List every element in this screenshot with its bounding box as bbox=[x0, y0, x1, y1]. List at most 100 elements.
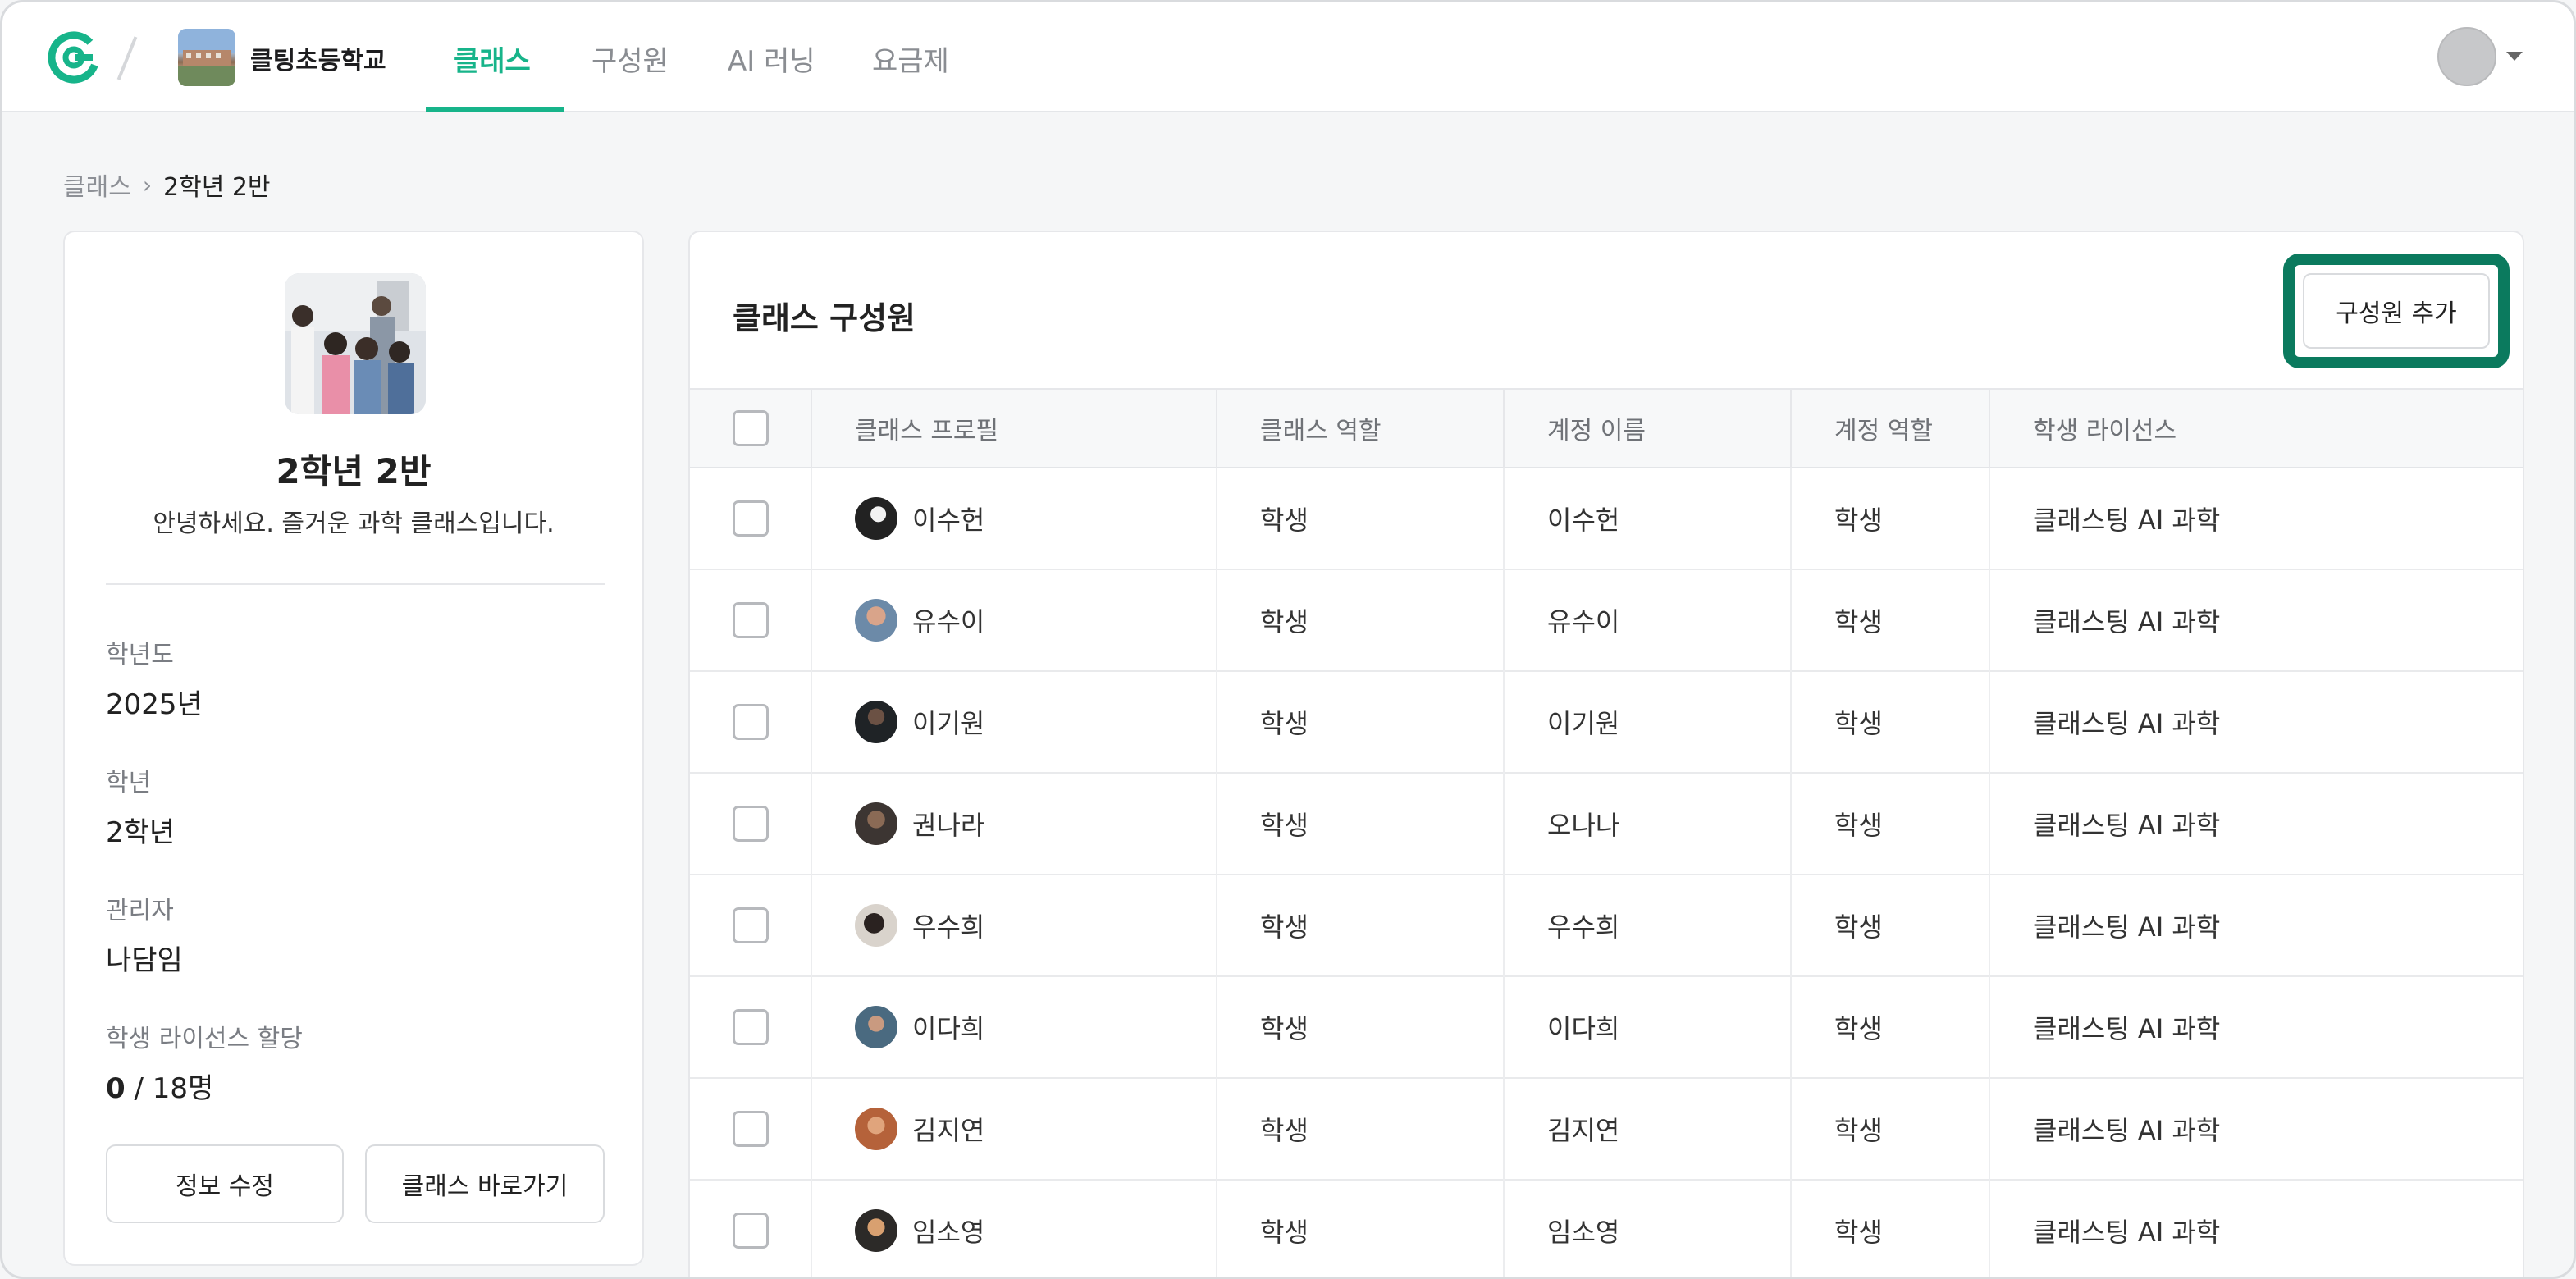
row-select-cell bbox=[690, 468, 812, 569]
account-name-cell: 이다희 bbox=[1504, 976, 1792, 1078]
class-role-cell: 학생 bbox=[1217, 976, 1505, 1078]
top-nav: 클팅초등학교 클래스 구성원 AI 러닝 요금제 bbox=[2, 2, 2574, 112]
license-cell: 클래스팅 AI 과학 bbox=[2033, 606, 2221, 637]
row-select-cell bbox=[690, 1180, 812, 1277]
members-title: 클래스 구성원 bbox=[733, 300, 916, 336]
class-role-cell: 학생 bbox=[1217, 1180, 1505, 1277]
add-member-highlight: 구성원 추가 bbox=[2283, 254, 2510, 368]
profile-cell: 임소영 bbox=[811, 1180, 1217, 1277]
row-checkbox[interactable] bbox=[733, 1111, 769, 1147]
avatar bbox=[855, 1209, 897, 1252]
avatar bbox=[855, 599, 897, 642]
members-card: 클래스 구성원 구성원 추가 클래스 프로필 클래스 역할 계정 이름 계정 역… bbox=[688, 231, 2524, 1277]
account-name-cell: 임소영 bbox=[1504, 1180, 1792, 1277]
class-role-cell: 학생 bbox=[1217, 1078, 1505, 1180]
class-role-cell: 학생 bbox=[1217, 468, 1505, 569]
chevron-down-icon[interactable] bbox=[2506, 52, 2523, 61]
row-checkbox[interactable] bbox=[733, 907, 769, 943]
select-all-checkbox[interactable] bbox=[733, 410, 769, 446]
account-role-cell: 학생 bbox=[1791, 1078, 1990, 1180]
license-allocation-label: 학생 라이선스 할당 bbox=[106, 1025, 303, 1053]
column-header[interactable]: 클래스 역할 bbox=[1217, 389, 1505, 468]
row-checkbox[interactable] bbox=[733, 1213, 769, 1249]
school-year-label: 학년도 bbox=[106, 641, 174, 669]
class-title: 2학년 2반 bbox=[276, 451, 432, 491]
go-to-class-button[interactable]: 클래스 바로가기 bbox=[365, 1144, 605, 1223]
license-cell: 클래스팅 AI 과학 bbox=[2033, 1115, 2221, 1146]
table-row[interactable]: 권나라 학생 오나나 학생 클래스팅 AI 과학 bbox=[690, 773, 2523, 875]
profile-cell: 유수이 bbox=[811, 569, 1217, 671]
profile-cell: 이다희 bbox=[811, 976, 1217, 1078]
profile-cell: 이수헌 bbox=[811, 468, 1217, 569]
breadcrumb: 클래스 › 2학년 2반 bbox=[63, 167, 271, 203]
class-cover-image bbox=[285, 273, 426, 414]
table-row[interactable]: 우수희 학생 우수희 학생 클래스팅 AI 과학 bbox=[690, 875, 2523, 976]
class-role-cell: 학생 bbox=[1217, 773, 1505, 875]
table-row[interactable]: 임소영 학생 임소영 학생 클래스팅 AI 과학 bbox=[690, 1180, 2523, 1277]
class-role-cell: 학생 bbox=[1217, 569, 1505, 671]
column-header[interactable]: 학생 라이선스 bbox=[1989, 389, 2523, 468]
add-member-button[interactable]: 구성원 추가 bbox=[2303, 273, 2490, 349]
edit-info-button[interactable]: 정보 수정 bbox=[106, 1144, 344, 1223]
tab-class[interactable]: 클래스 bbox=[454, 39, 531, 79]
school-year-value: 2025년 bbox=[106, 688, 203, 721]
nav-divider bbox=[116, 36, 138, 80]
account-role-cell: 학생 bbox=[1791, 468, 1990, 569]
row-checkbox[interactable] bbox=[733, 806, 769, 842]
class-description: 안녕하세요. 즐거운 과학 클래스입니다. bbox=[153, 509, 555, 538]
tab-members[interactable]: 구성원 bbox=[591, 39, 669, 79]
class-role-cell: 학생 bbox=[1217, 671, 1505, 773]
profile-cell: 우수희 bbox=[811, 875, 1217, 976]
profile-name: 임소영 bbox=[912, 1217, 985, 1248]
license-cell: 클래스팅 AI 과학 bbox=[2033, 810, 2221, 841]
breadcrumb-root[interactable]: 클래스 bbox=[63, 167, 131, 203]
row-select-cell bbox=[690, 1078, 812, 1180]
school-name[interactable]: 클팅초등학교 bbox=[250, 40, 386, 76]
class-role-cell: 학생 bbox=[1217, 875, 1505, 976]
license-cell: 클래스팅 AI 과학 bbox=[2033, 505, 2221, 536]
profile-name: 이기원 bbox=[912, 708, 985, 739]
column-header[interactable]: 클래스 프로필 bbox=[811, 389, 1217, 468]
license-cell: 클래스팅 AI 과학 bbox=[2033, 911, 2221, 943]
license-cell: 클래스팅 AI 과학 bbox=[2033, 708, 2221, 739]
column-header[interactable]: 계정 이름 bbox=[1504, 389, 1792, 468]
license-used: 0 bbox=[106, 1072, 126, 1105]
divider bbox=[106, 583, 605, 585]
profile-name: 권나라 bbox=[912, 810, 985, 841]
classting-logo-icon[interactable] bbox=[45, 29, 103, 86]
profile-name: 이다희 bbox=[912, 1013, 985, 1044]
profile-name: 유수이 bbox=[912, 606, 985, 637]
row-checkbox[interactable] bbox=[733, 1009, 769, 1045]
members-table: 클래스 프로필 클래스 역할 계정 이름 계정 역할 학생 라이선스 이수헌 학… bbox=[690, 388, 2523, 1277]
account-name-cell: 김지연 bbox=[1504, 1078, 1792, 1180]
account-role-cell: 학생 bbox=[1791, 773, 1990, 875]
app-window: 클팅초등학교 클래스 구성원 AI 러닝 요금제 클래스 › 2학년 2반 2학… bbox=[0, 0, 2576, 1279]
profile-name: 이수헌 bbox=[912, 505, 985, 536]
avatar bbox=[855, 904, 897, 947]
row-checkbox[interactable] bbox=[733, 602, 769, 638]
table-row[interactable]: 유수이 학생 유수이 학생 클래스팅 AI 과학 bbox=[690, 569, 2523, 671]
row-checkbox[interactable] bbox=[733, 704, 769, 740]
table-row[interactable]: 이다희 학생 이다희 학생 클래스팅 AI 과학 bbox=[690, 976, 2523, 1078]
account-role-cell: 학생 bbox=[1791, 569, 1990, 671]
row-checkbox[interactable] bbox=[733, 500, 769, 537]
select-all-cell bbox=[690, 389, 812, 468]
table-row[interactable]: 이기원 학생 이기원 학생 클래스팅 AI 과학 bbox=[690, 671, 2523, 773]
profile-cell: 권나라 bbox=[811, 773, 1217, 875]
chevron-right-icon: › bbox=[142, 171, 153, 199]
account-name-cell: 유수이 bbox=[1504, 569, 1792, 671]
avatar bbox=[855, 1006, 897, 1048]
profile-name: 김지연 bbox=[912, 1115, 985, 1146]
license-allocation-value: 0 / 18명 bbox=[106, 1066, 213, 1106]
school-avatar[interactable] bbox=[178, 29, 235, 86]
license-cell: 클래스팅 AI 과학 bbox=[2033, 1217, 2221, 1248]
table-row[interactable]: 김지연 학생 김지연 학생 클래스팅 AI 과학 bbox=[690, 1078, 2523, 1180]
row-select-cell bbox=[690, 773, 812, 875]
tab-ai-learning[interactable]: AI 러닝 bbox=[728, 39, 815, 79]
table-row[interactable]: 이수헌 학생 이수헌 학생 클래스팅 AI 과학 bbox=[690, 468, 2523, 569]
manager-label: 관리자 bbox=[106, 897, 174, 925]
column-header[interactable]: 계정 역할 bbox=[1791, 389, 1990, 468]
user-avatar[interactable] bbox=[2437, 27, 2496, 86]
tab-pricing[interactable]: 요금제 bbox=[872, 39, 949, 79]
avatar bbox=[855, 1108, 897, 1150]
